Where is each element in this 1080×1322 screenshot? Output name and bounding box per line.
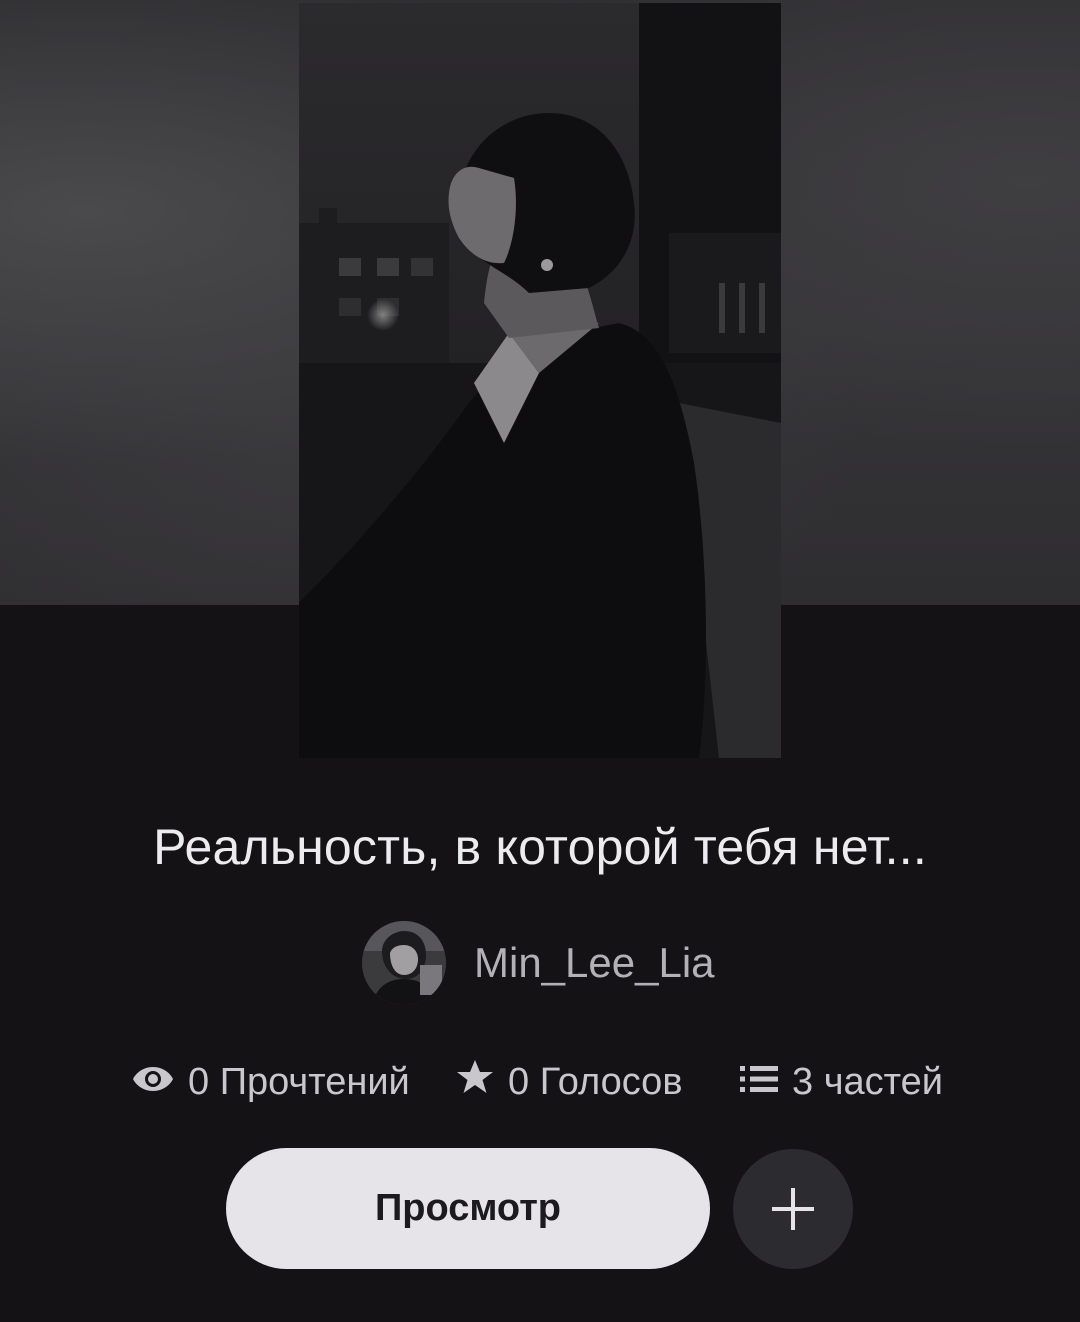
story-stats: 0 Прочтений 0 Голосов 3 частей xyxy=(0,1058,1080,1106)
author-row[interactable]: Min_Lee_Lia xyxy=(362,921,715,1005)
reads-stat: 0 Прочтений xyxy=(132,1058,410,1106)
view-button[interactable]: Просмотр xyxy=(226,1148,710,1269)
eye-icon xyxy=(132,1061,174,1104)
add-to-library-button[interactable] xyxy=(733,1149,853,1269)
list-icon xyxy=(740,1061,778,1104)
reads-label: 0 Прочтений xyxy=(188,1060,410,1103)
votes-label: 0 Голосов xyxy=(508,1060,683,1103)
story-title: Реальность, в которой тебя нет... xyxy=(153,819,927,875)
story-cover[interactable] xyxy=(299,3,781,758)
author-avatar[interactable] xyxy=(362,921,446,1005)
votes-stat: 0 Голосов xyxy=(456,1058,683,1106)
author-name[interactable]: Min_Lee_Lia xyxy=(474,939,715,987)
cover-image xyxy=(299,3,781,758)
star-icon xyxy=(456,1059,494,1105)
parts-label: 3 частей xyxy=(792,1060,943,1103)
plus-icon xyxy=(772,1188,814,1230)
avatar-image xyxy=(362,921,446,1005)
parts-stat[interactable]: 3 частей xyxy=(740,1058,943,1106)
